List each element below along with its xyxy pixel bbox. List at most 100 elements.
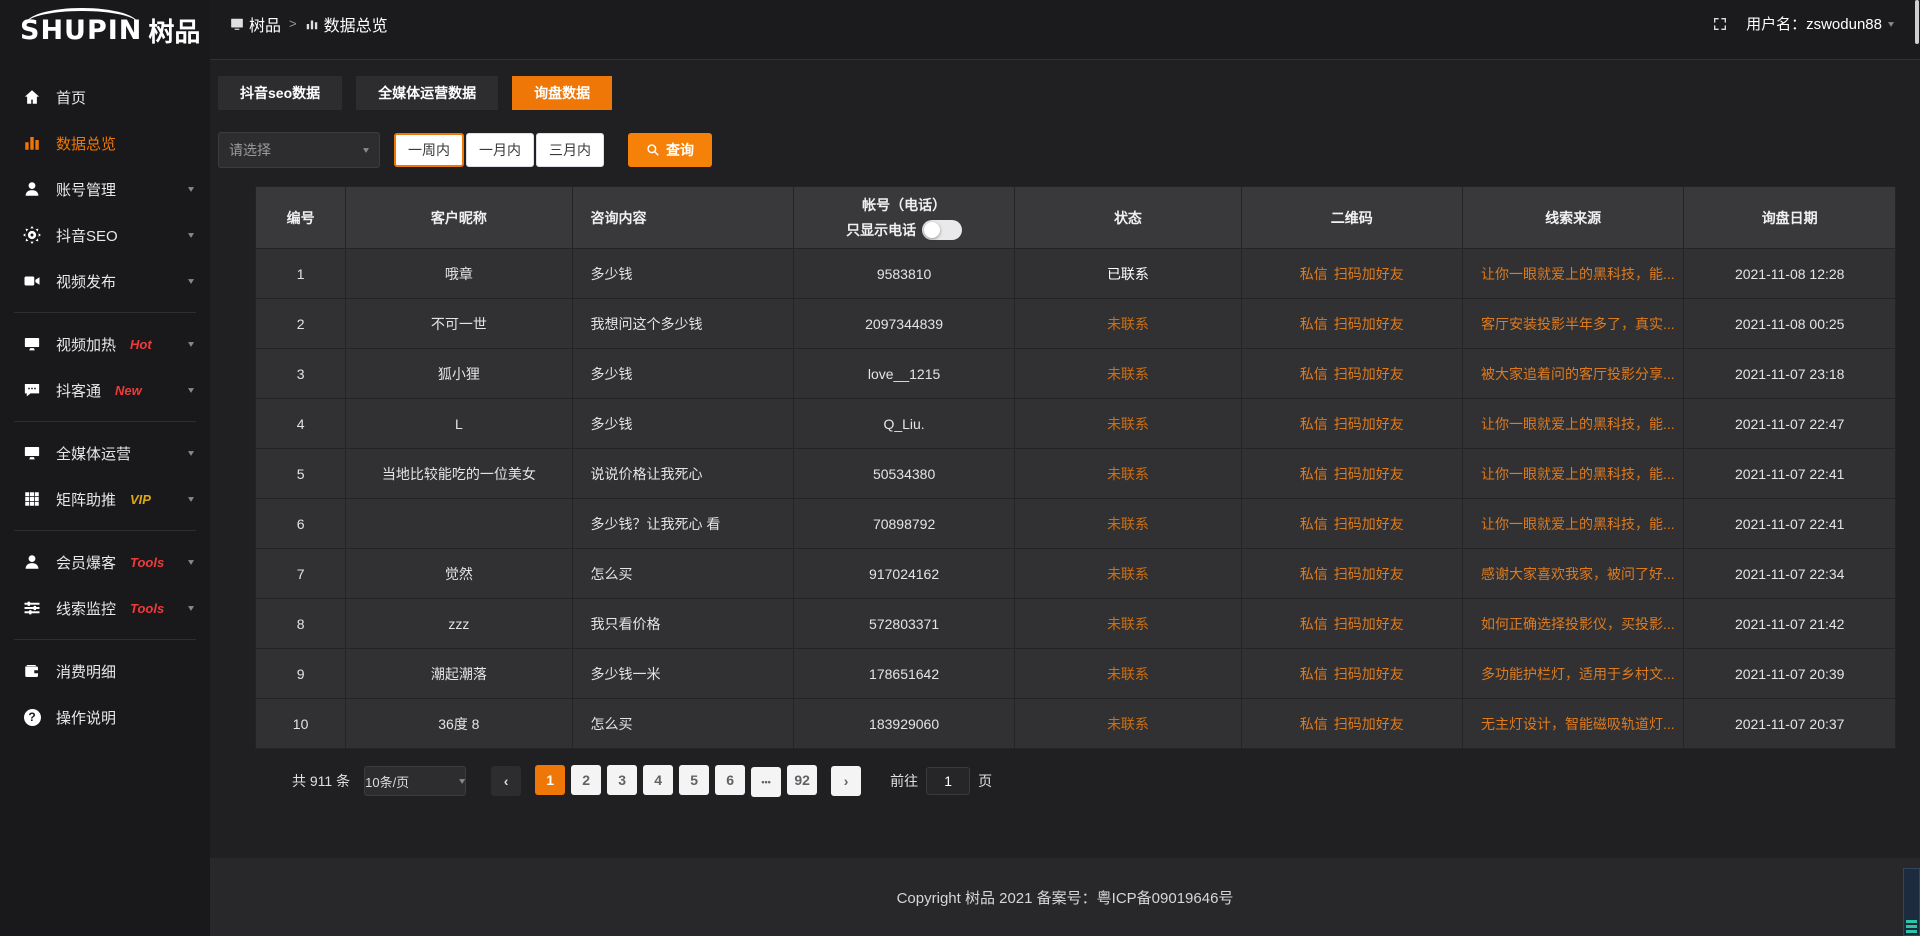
sidebar-item-全媒体运营[interactable]: 全媒体运营▾ <box>0 430 210 476</box>
cell-status: 未联系 <box>1015 399 1241 449</box>
badge-tools: Tools <box>130 555 164 570</box>
page-button-5[interactable]: 5 <box>679 765 709 795</box>
cell-id: 4 <box>256 399 346 449</box>
scan-add-friend-link[interactable]: 扫码加好友 <box>1334 716 1404 732</box>
sidebar-item-操作说明[interactable]: ?操作说明 <box>0 694 210 740</box>
prev-page-button[interactable]: ‹ <box>491 766 521 796</box>
table-row: 9潮起潮落多少钱一米178651642未联系私信扫码加好友多功能护栏灯，适用于乡… <box>256 649 1896 699</box>
range-button-一月内[interactable]: 一月内 <box>466 133 534 167</box>
breadcrumb-label: 数据总览 <box>324 12 388 36</box>
cell-source-link[interactable]: 如何正确选择投影仪，买投影... <box>1462 599 1683 649</box>
floating-widget[interactable] <box>1903 868 1920 936</box>
tab-全媒体运营数据[interactable]: 全媒体运营数据 <box>356 76 498 110</box>
page-button-2[interactable]: 2 <box>571 765 601 795</box>
cell-source-link[interactable]: 被大家追着问的客厅投影分享... <box>1462 349 1683 399</box>
scan-add-friend-link[interactable]: 扫码加好友 <box>1334 516 1404 532</box>
topbar-right: 用户名：zswodun88 ▾ <box>1712 13 1894 34</box>
page-button-6[interactable]: 6 <box>715 765 745 795</box>
chevron-down-icon: ▾ <box>188 493 194 504</box>
cell-source-link[interactable]: 无主灯设计，智能磁吸轨道灯... <box>1462 699 1683 749</box>
scan-add-friend-link[interactable]: 扫码加好友 <box>1334 466 1404 482</box>
cell-source-link[interactable]: 多功能护栏灯，适用于乡村文... <box>1462 649 1683 699</box>
query-button-label: 查询 <box>666 140 694 160</box>
col-header-consult: 咨询内容 <box>572 187 793 249</box>
scan-add-friend-link[interactable]: 扫码加好友 <box>1334 366 1404 382</box>
sidebar-item-线索监控[interactable]: 线索监控Tools▾ <box>0 585 210 631</box>
cell-source-link[interactable]: 客厅安装投影半年多了，真实... <box>1462 299 1683 349</box>
sidebar: SHUPIN 树品 首页数据总览账号管理▾抖音SEO▾视频发布▾视频加热Hot▾… <box>0 0 210 936</box>
cell-id: 8 <box>256 599 346 649</box>
copyright-text: Copyright 树品 2021 备案号：粤ICP备09019646号 <box>897 887 1234 908</box>
private-message-link[interactable]: 私信 <box>1300 316 1328 332</box>
wallet-icon <box>22 661 42 681</box>
table-row: 5当地比较能吃的一位美女说说价格让我死心50534380未联系私信扫码加好友让你… <box>256 449 1896 499</box>
sidebar-item-视频加热[interactable]: 视频加热Hot▾ <box>0 321 210 367</box>
goto-page-input[interactable] <box>926 767 970 795</box>
user-menu[interactable]: 用户名：zswodun88 ▾ <box>1746 13 1894 34</box>
private-message-link[interactable]: 私信 <box>1300 516 1328 532</box>
cell-id: 7 <box>256 549 346 599</box>
private-message-link[interactable]: 私信 <box>1300 266 1328 282</box>
table-row: 1036度 8怎么买183929060未联系私信扫码加好友无主灯设计，智能磁吸轨… <box>256 699 1896 749</box>
scan-add-friend-link[interactable]: 扫码加好友 <box>1334 616 1404 632</box>
scan-add-friend-link[interactable]: 扫码加好友 <box>1334 266 1404 282</box>
sidebar-item-会员爆客[interactable]: 会员爆客Tools▾ <box>0 539 210 585</box>
page-button-3[interactable]: 3 <box>607 765 637 795</box>
cell-status: 未联系 <box>1015 699 1241 749</box>
sidebar-item-抖音SEO[interactable]: 抖音SEO▾ <box>0 212 210 258</box>
private-message-link[interactable]: 私信 <box>1300 666 1328 682</box>
scan-add-friend-link[interactable]: 扫码加好友 <box>1334 566 1404 582</box>
badge-vip: VIP <box>130 492 151 507</box>
cell-status: 未联系 <box>1015 449 1241 499</box>
cell-consult: 怎么买 <box>572 699 793 749</box>
page-button-4[interactable]: 4 <box>643 765 673 795</box>
breadcrumb-item-home[interactable]: 树品 <box>230 12 281 36</box>
sidebar-item-消费明细[interactable]: 消费明细 <box>0 648 210 694</box>
cell-consult: 怎么买 <box>572 549 793 599</box>
tab-询盘数据[interactable]: 询盘数据 <box>512 76 612 110</box>
sidebar-item-账号管理[interactable]: 账号管理▾ <box>0 166 210 212</box>
cell-id: 9 <box>256 649 346 699</box>
private-message-link[interactable]: 私信 <box>1300 566 1328 582</box>
sidebar-item-视频发布[interactable]: 视频发布▾ <box>0 258 210 304</box>
private-message-link[interactable]: 私信 <box>1300 466 1328 482</box>
private-message-link[interactable]: 私信 <box>1300 416 1328 432</box>
cell-source-link[interactable]: 让你一眼就爱上的黑科技，能... <box>1462 399 1683 449</box>
col-header-date: 询盘日期 <box>1684 187 1896 249</box>
fullscreen-icon[interactable] <box>1712 16 1728 32</box>
sidebar-item-抖客通[interactable]: 抖客通New▾ <box>0 367 210 413</box>
cell-source-link[interactable]: 让你一眼就爱上的黑科技，能... <box>1462 499 1683 549</box>
chevron-down-icon: ▾ <box>188 447 194 458</box>
scan-add-friend-link[interactable]: 扫码加好友 <box>1334 416 1404 432</box>
cell-account: love__1215 <box>793 349 1014 399</box>
page-button-1[interactable]: 1 <box>535 765 565 795</box>
page-button-92[interactable]: 92 <box>787 765 817 795</box>
breadcrumb-item-current[interactable]: 数据总览 <box>305 12 388 36</box>
sidebar-item-矩阵助推[interactable]: 矩阵助推VIP▾ <box>0 476 210 522</box>
account-select[interactable]: 请选择 ▾ <box>218 132 380 168</box>
scan-add-friend-link[interactable]: 扫码加好友 <box>1334 666 1404 682</box>
cell-account: 178651642 <box>793 649 1014 699</box>
tab-抖音seo数据[interactable]: 抖音seo数据 <box>218 76 342 110</box>
next-page-button[interactable]: › <box>831 766 861 796</box>
cell-source-link[interactable]: 让你一眼就爱上的黑科技，能... <box>1462 249 1683 299</box>
private-message-link[interactable]: 私信 <box>1300 366 1328 382</box>
private-message-link[interactable]: 私信 <box>1300 616 1328 632</box>
page-size-select[interactable]: 10条/页 ▾ <box>364 766 466 796</box>
scan-add-friend-link[interactable]: 扫码加好友 <box>1334 316 1404 332</box>
sidebar-item-数据总览[interactable]: 数据总览 <box>0 120 210 166</box>
query-button[interactable]: 查询 <box>628 133 712 167</box>
private-message-link[interactable]: 私信 <box>1300 716 1328 732</box>
cell-source-link[interactable]: 感谢大家喜欢我家，被问了好... <box>1462 549 1683 599</box>
chevron-down-icon: ▾ <box>188 183 194 194</box>
range-button-三月内[interactable]: 三月内 <box>536 133 604 167</box>
cell-status: 未联系 <box>1015 499 1241 549</box>
phone-only-toggle[interactable] <box>922 220 962 240</box>
page-ellipsis-button[interactable]: ••• <box>751 767 781 797</box>
cell-source-link[interactable]: 让你一眼就爱上的黑科技，能... <box>1462 449 1683 499</box>
col-header-account-label: 帐号（电话） <box>862 195 946 215</box>
cell-date: 2021-11-07 20:39 <box>1684 649 1896 699</box>
sidebar-item-首页[interactable]: 首页 <box>0 74 210 120</box>
scrollbar-thumb[interactable] <box>1915 0 1919 44</box>
range-button-一周内[interactable]: 一周内 <box>394 133 464 167</box>
